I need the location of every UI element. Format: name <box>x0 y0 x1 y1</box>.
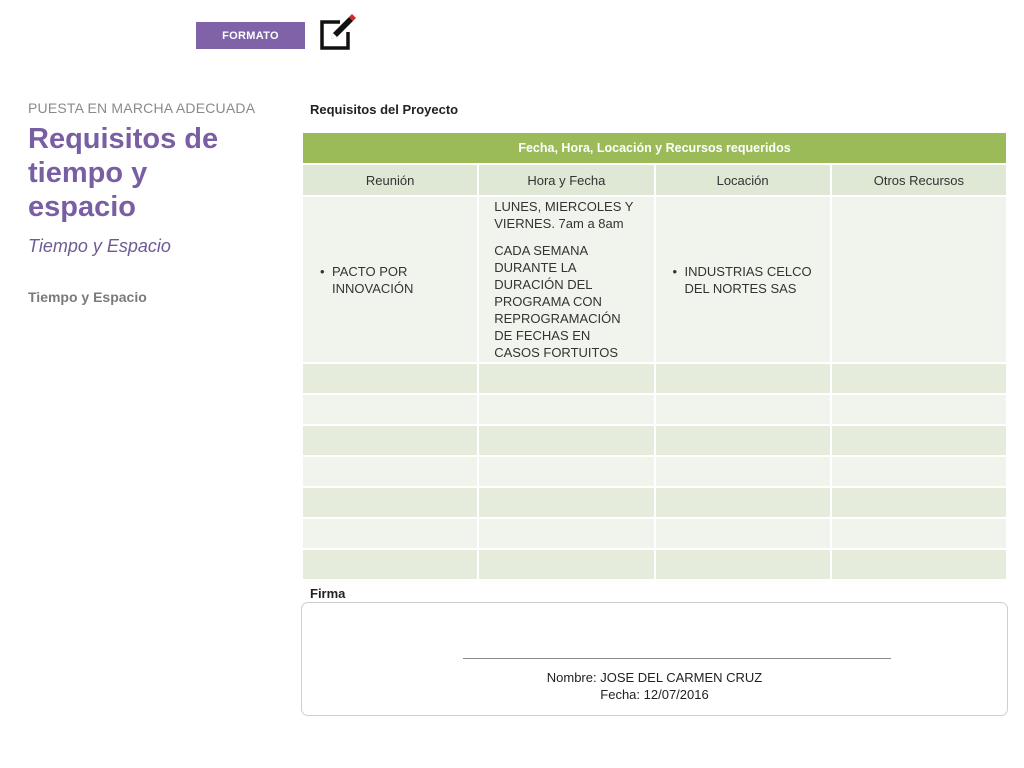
empty-cell <box>653 548 832 581</box>
empty-cell <box>477 393 656 426</box>
empty-cell <box>829 455 1009 488</box>
requisitos-table-wrap: Fecha, Hora, Locación y Recursos requeri… <box>300 131 1009 581</box>
empty-cell <box>653 393 832 426</box>
title-line-3: espacio <box>28 191 136 223</box>
empty-cell <box>653 362 832 395</box>
cell-otros <box>829 195 1009 364</box>
table-row: PACTO POR INNOVACIÓN LUNES, MIERCOLES Y … <box>300 195 1009 364</box>
requisitos-label: Requisitos del Proyecto <box>310 102 459 117</box>
signature-box: Nombre: JOSE DEL CARMEN CRUZ Fecha: 12/0… <box>301 602 1008 716</box>
list-item: PACTO POR INNOVACIÓN <box>320 263 476 297</box>
title-line-2: tiempo y <box>28 157 148 189</box>
empty-cell <box>829 424 1009 457</box>
empty-cell <box>300 517 480 550</box>
empty-cell <box>653 517 832 550</box>
signature-date: Fecha: 12/07/2016 <box>600 687 709 702</box>
empty-cell <box>300 486 480 519</box>
empty-cell <box>829 393 1009 426</box>
empty-cell <box>477 517 656 550</box>
empty-cell <box>653 424 832 457</box>
cell-reunion: PACTO POR INNOVACIÓN <box>300 195 480 364</box>
firma-label: Firma <box>310 586 346 601</box>
list-item: INDUSTRIAS CELCO DEL NORTES SAS <box>672 263 829 297</box>
empty-cell <box>829 517 1009 550</box>
empty-cell <box>653 486 832 519</box>
section-subtitle: PUESTA EN MARCHA ADECUADA <box>28 100 256 116</box>
signature-line <box>463 658 891 659</box>
table-row <box>300 548 1009 581</box>
empty-cell <box>477 455 656 488</box>
hora-text-2: CADA SEMANA DURANTE LA DURACIÓN DEL PROG… <box>494 243 621 360</box>
signature-text: Nombre: JOSE DEL CARMEN CRUZ Fecha: 12/0… <box>302 669 1007 703</box>
empty-cell <box>829 486 1009 519</box>
empty-cell <box>477 548 656 581</box>
table-row <box>300 393 1009 426</box>
table-row <box>300 517 1009 550</box>
empty-cell <box>829 548 1009 581</box>
empty-cell <box>300 548 480 581</box>
col-header-reunion: Reunión <box>300 163 480 197</box>
empty-cell <box>300 455 480 488</box>
cell-hora-fecha: LUNES, MIERCOLES Y VIERNES. 7am a 8am CA… <box>477 195 656 364</box>
col-header-hora-fecha: Hora y Fecha <box>477 163 656 197</box>
small-subheading: Tiempo y Espacio <box>28 289 147 305</box>
formato-badge: FORMATO <box>196 22 305 49</box>
table-row <box>300 455 1009 488</box>
empty-cell <box>477 424 656 457</box>
title-line-1: Requisitos de <box>28 123 219 155</box>
table-row <box>300 424 1009 457</box>
hora-text-1: LUNES, MIERCOLES Y VIERNES. 7am a 8am <box>494 199 634 231</box>
page-title: Requisitos de tiempo y espacio <box>28 122 228 224</box>
empty-cell <box>477 362 656 395</box>
requisitos-table: Fecha, Hora, Locación y Recursos requeri… <box>300 131 1009 581</box>
empty-cell <box>300 393 480 426</box>
empty-cell <box>300 362 480 395</box>
empty-cell <box>477 486 656 519</box>
col-header-otros: Otros Recursos <box>829 163 1009 197</box>
italic-subheading: Tiempo y Espacio <box>28 236 171 256</box>
empty-cell <box>653 455 832 488</box>
signer-name: Nombre: JOSE DEL CARMEN CRUZ <box>546 670 763 685</box>
table-caption: Fecha, Hora, Locación y Recursos requeri… <box>301 131 1008 165</box>
edit-checkbox-icon <box>320 14 356 50</box>
empty-cell <box>829 362 1009 395</box>
cell-locacion: INDUSTRIAS CELCO DEL NORTES SAS <box>653 195 832 364</box>
col-header-locacion: Locación <box>653 163 832 197</box>
empty-cell <box>300 424 480 457</box>
left-column: PUESTA EN MARCHA ADECUADA Requisitos de … <box>28 100 278 305</box>
table-row <box>300 362 1009 395</box>
table-row <box>300 486 1009 519</box>
